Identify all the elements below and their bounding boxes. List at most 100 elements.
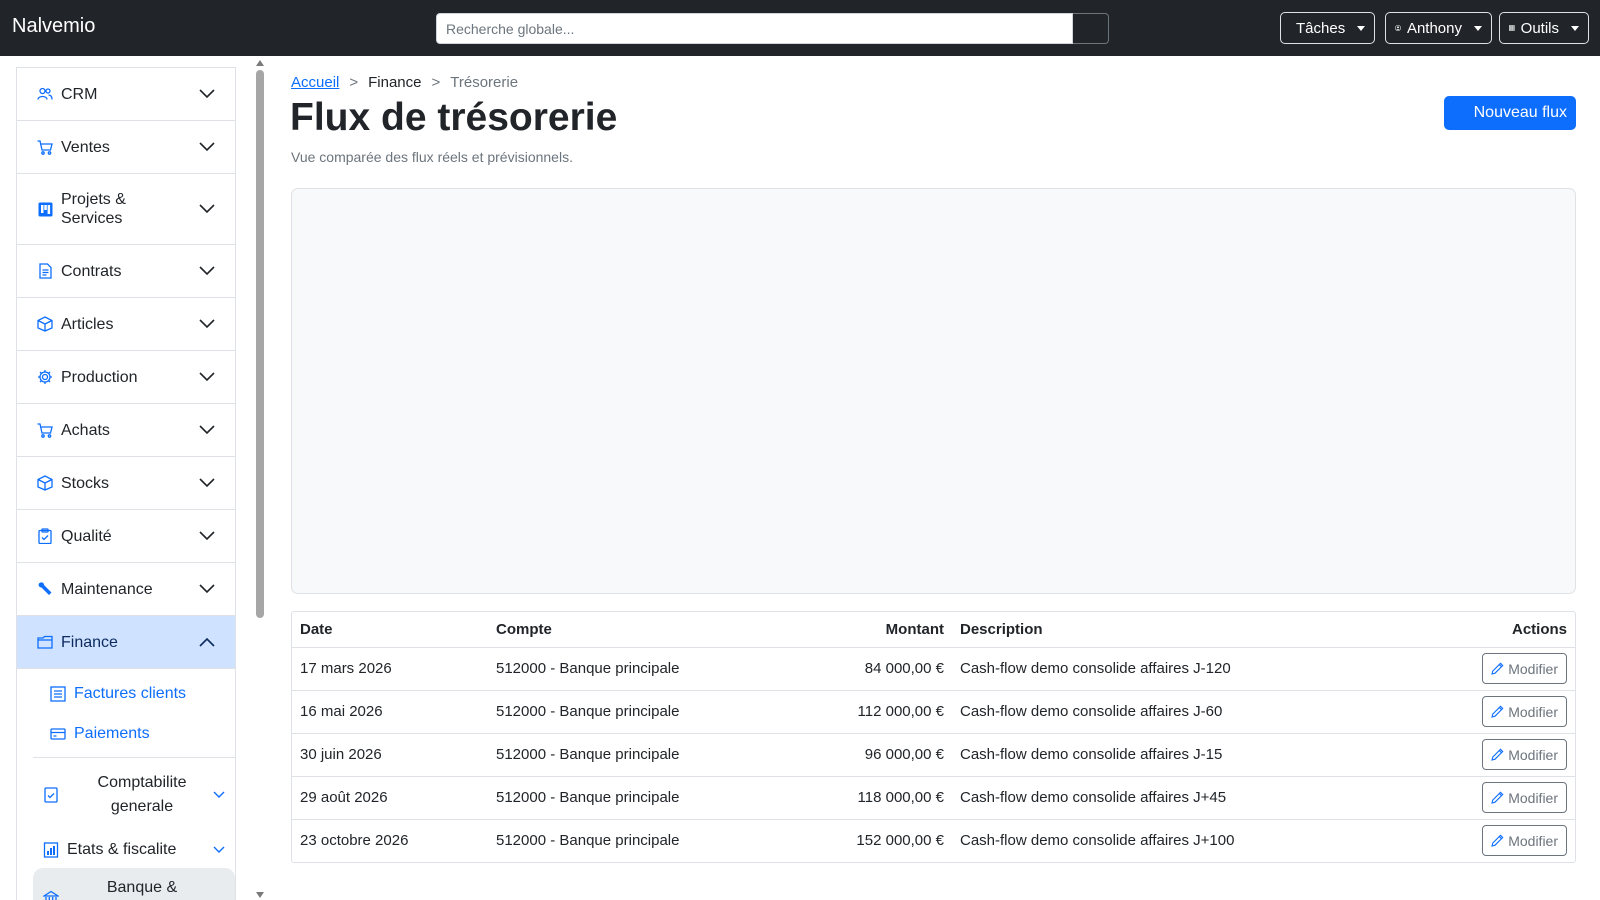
edit-button[interactable]: Modifier [1482, 739, 1567, 770]
cell-description: Cash-flow demo consolide affaires J-120 [952, 647, 1455, 691]
search-button[interactable] [1073, 13, 1109, 44]
sidebar-item-articles[interactable]: Articles [17, 298, 235, 351]
chart-placeholder [291, 188, 1576, 594]
sidebar-group-comptabilite[interactable]: Comptabilite generale [33, 758, 235, 832]
cell-date: 16 mai 2026 [292, 690, 488, 734]
breadcrumb-current: Trésorerie [450, 74, 519, 91]
group-label: Comptabilite generale [97, 774, 187, 815]
sidebar-group-etats-fiscalite[interactable]: Etats & fiscalite [33, 832, 235, 868]
new-flow-button[interactable]: Nouveau flux [1444, 96, 1576, 130]
chevron-down-icon [199, 89, 215, 99]
chevron-down-icon [213, 791, 225, 798]
breadcrumb-home-link[interactable]: Accueil [291, 74, 339, 91]
table-row: 16 mai 2026 512000 - Banque principale 1… [292, 690, 1575, 734]
bank-icon [43, 890, 59, 900]
chevron-up-icon [199, 637, 215, 647]
edit-label: Modifier [1508, 832, 1558, 849]
sidebar-item-crm[interactable]: CRM [17, 68, 235, 121]
sidebar-item-qualite[interactable]: Qualité [17, 510, 235, 563]
cell-account: 512000 - Banque principale [488, 733, 741, 777]
caret-down-icon [1357, 25, 1366, 31]
chevron-down-icon [199, 531, 215, 541]
sidebar-item-maintenance[interactable]: Maintenance [17, 563, 235, 616]
column-header-account: Compte [488, 612, 741, 648]
pencil-icon [1491, 791, 1504, 804]
cell-amount: 84 000,00 € [741, 647, 952, 691]
cell-date: 29 août 2026 [292, 776, 488, 820]
caret-down-icon [1571, 25, 1579, 31]
sidebar-item-achats[interactable]: Achats [17, 404, 235, 457]
box-icon [37, 316, 53, 332]
group-label: Banque & [106, 879, 178, 896]
table-row: 17 mars 2026 512000 - Banque principale … [292, 647, 1575, 691]
edit-label: Modifier [1508, 746, 1558, 763]
cashflow-table: Date Compte Montant Description Actions … [292, 612, 1575, 862]
sidebar-item-ventes[interactable]: Ventes [17, 121, 235, 174]
caret-down-icon [1474, 25, 1482, 31]
tools-dropdown[interactable]: Outils [1499, 12, 1589, 44]
sidebar-item-production[interactable]: Production [17, 351, 235, 404]
edit-label: Modifier [1508, 703, 1558, 720]
column-header-description: Description [952, 612, 1455, 648]
sidebar-item-label: Maintenance [61, 580, 153, 598]
sidebar-scrollbar[interactable] [253, 59, 267, 900]
sidebar: CRM Ventes Projets & Services Contrats A… [16, 67, 236, 900]
sidebar-group-banque[interactable]: Banque & [33, 868, 235, 900]
chevron-down-icon [199, 584, 215, 594]
cell-date: 23 octobre 2026 [300, 832, 409, 850]
chevron-down-icon [213, 846, 225, 853]
edit-button[interactable]: Modifier [1482, 696, 1567, 727]
cell-date: 30 juin 2026 [292, 733, 488, 777]
cell-date: 17 mars 2026 [292, 647, 488, 691]
table-row: 29 août 2026 512000 - Banque principale … [292, 776, 1575, 820]
journal-check-icon [44, 787, 58, 803]
cell-amount: 118 000,00 € [741, 776, 952, 820]
chevron-down-icon [199, 142, 215, 152]
sidebar-item-stocks[interactable]: Stocks [17, 457, 235, 510]
gear-icon [38, 370, 52, 384]
sidebar-item-projets-services[interactable]: Projets & Services [17, 174, 235, 245]
sidebar-item-label: Qualité [61, 527, 112, 545]
cell-actions: Modifier [1455, 819, 1575, 862]
brand-logo[interactable]: Nalvemio [12, 15, 95, 38]
list-icon [50, 686, 66, 702]
edit-button[interactable]: Modifier [1482, 782, 1567, 813]
scroll-up-icon[interactable] [256, 60, 264, 66]
chevron-down-icon [199, 478, 215, 488]
cashflow-table-card: Date Compte Montant Description Actions … [291, 611, 1576, 863]
sidebar-item-label: Production [61, 368, 138, 386]
table-row: 23 octobre 2026 512000 - Banque principa… [292, 819, 1575, 862]
edit-button[interactable]: Modifier [1482, 653, 1567, 684]
cell-amount: 96 000,00 € [741, 733, 952, 777]
edit-label: Modifier [1508, 660, 1558, 677]
sidebar-item-label: Articles [61, 315, 114, 333]
cell-amount: 152 000,00 € [856, 832, 944, 850]
kanban-icon [38, 202, 52, 216]
cell-description: Cash-flow demo consolide affaires J+100 [960, 832, 1235, 850]
user-label: Anthony [1406, 19, 1462, 37]
wrench-icon [38, 582, 52, 595]
sidebar-item-finance[interactable]: Finance [17, 616, 235, 669]
user-circle-icon [1395, 25, 1401, 31]
table-row: 30 juin 2026 512000 - Banque principale … [292, 733, 1575, 777]
sidebar-item-label: Achats [61, 421, 110, 439]
cell-description: Cash-flow demo consolide affaires J-60 [952, 690, 1455, 734]
edit-button[interactable]: Modifier [1482, 825, 1567, 857]
tasks-label: Tâches [1296, 19, 1346, 37]
clipboard-check-icon [38, 528, 52, 544]
sidebar-item-label: Projets & Services [61, 191, 126, 227]
sidebar-subitem-paiements[interactable]: Paiements [17, 714, 235, 754]
sidebar-item-label: Contrats [61, 262, 122, 280]
breadcrumb: Accueil > Finance > Trésorerie [291, 74, 518, 91]
scroll-down-icon[interactable] [256, 892, 264, 898]
tasks-dropdown[interactable]: Tâches [1280, 12, 1375, 44]
scrollbar-thumb[interactable] [256, 70, 264, 618]
search-input[interactable] [436, 13, 1073, 44]
cell-actions: Modifier [1455, 690, 1575, 734]
cart-icon [37, 139, 53, 155]
sidebar-item-contrats[interactable]: Contrats [17, 245, 235, 298]
pencil-icon [1491, 748, 1504, 761]
sidebar-subitem-factures-clients[interactable]: Factures clients [17, 674, 235, 714]
bar-chart-icon [43, 842, 59, 858]
user-dropdown[interactable]: Anthony [1385, 12, 1492, 44]
